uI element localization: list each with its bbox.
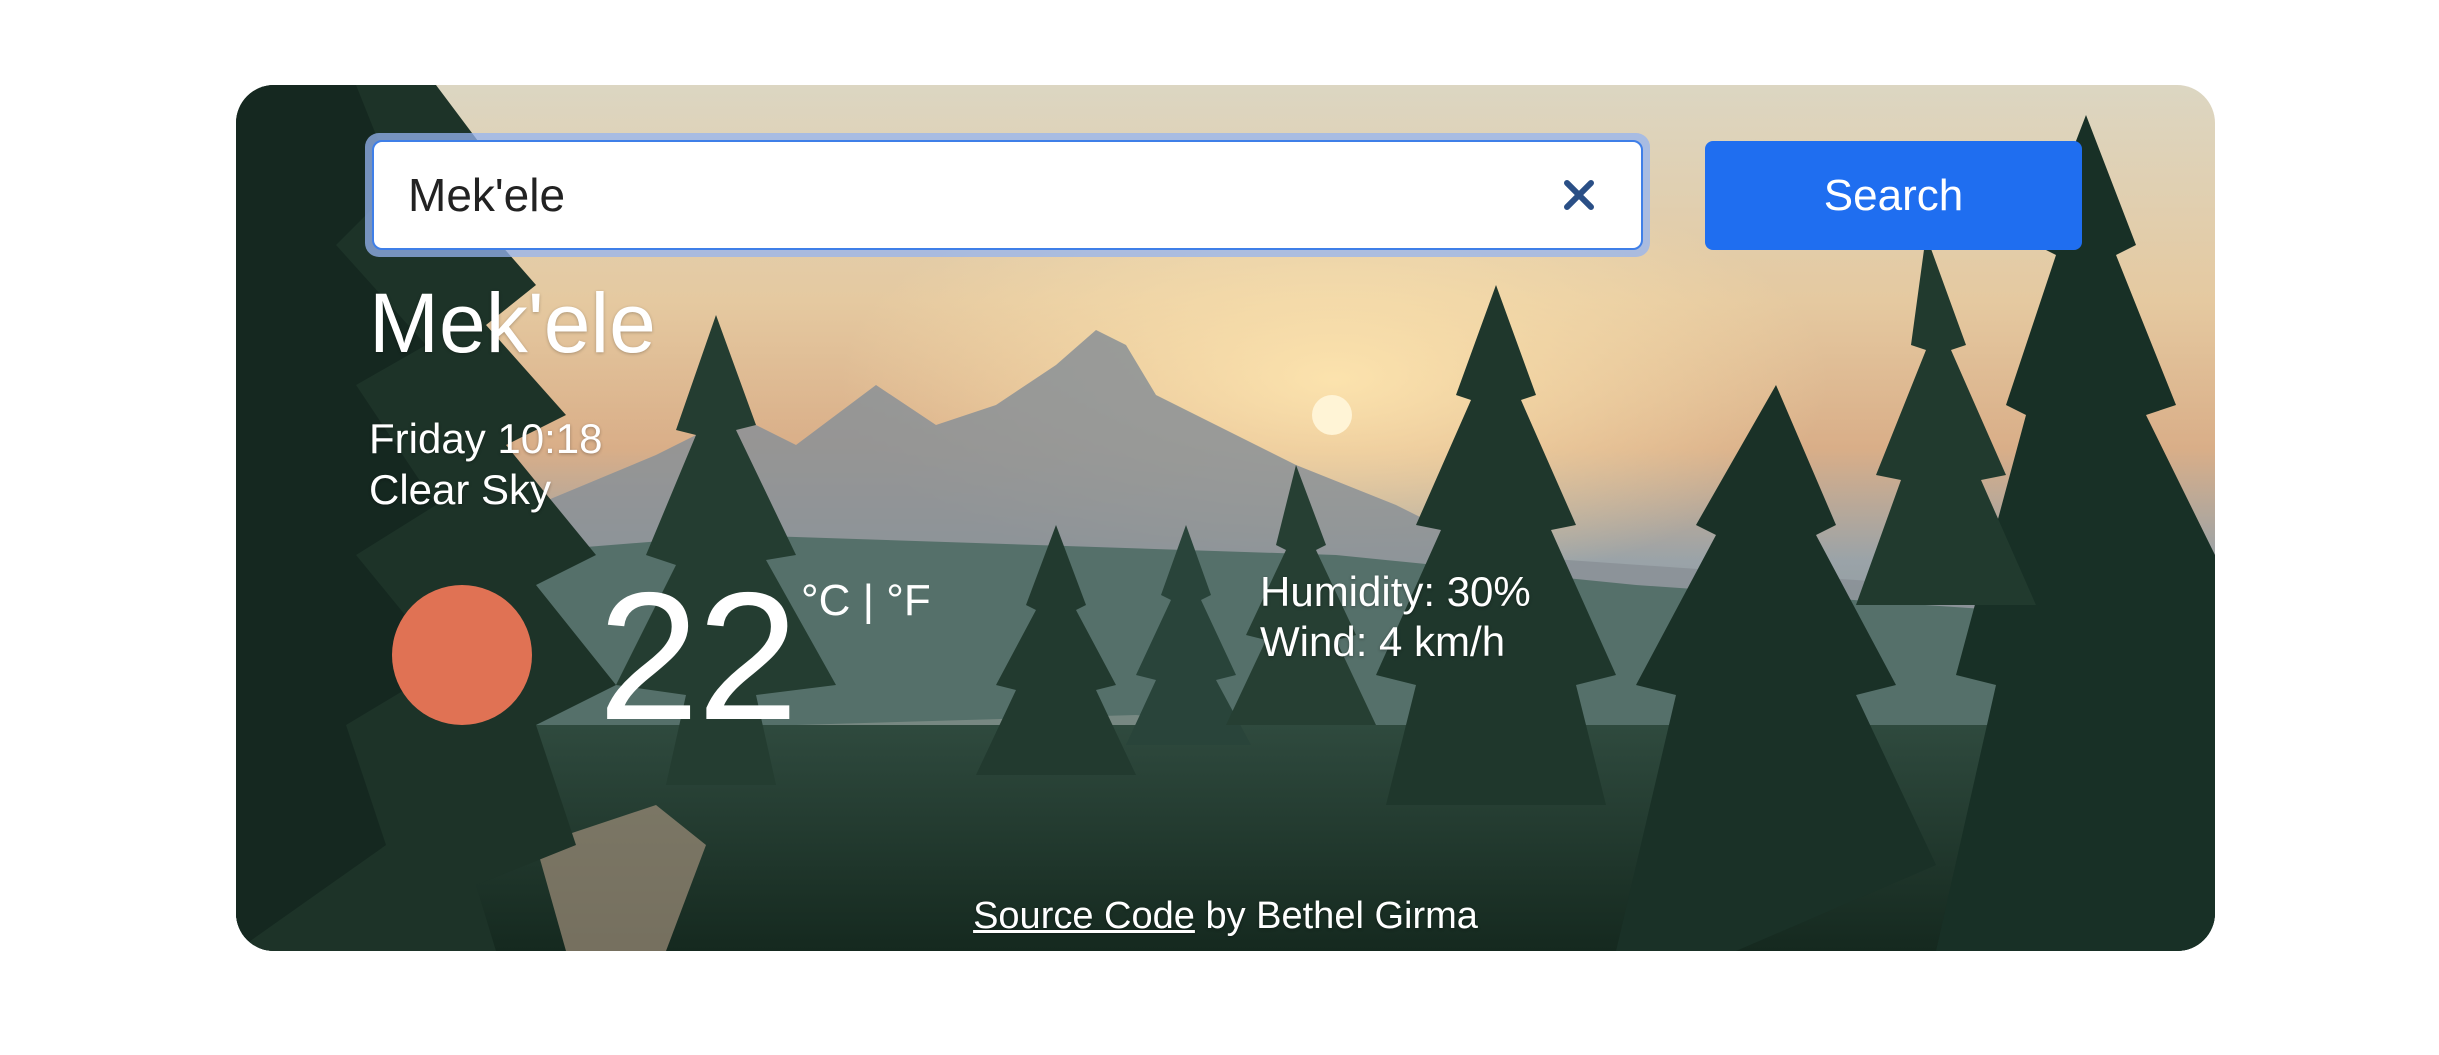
celsius-link[interactable]: °C [801, 576, 850, 625]
source-code-link[interactable]: Source Code [973, 895, 1195, 937]
weather-card: Search Mek'ele Friday 10:18 Clear Sky 22… [236, 85, 2215, 951]
weather-condition: Clear Sky [369, 466, 552, 513]
footer: Source Code by Bethel Girma [236, 897, 2215, 935]
unit-toggle: °C | °F [801, 579, 931, 623]
close-icon [1564, 180, 1594, 210]
wind-text: Wind: 4 km/h [1260, 618, 1506, 665]
temperature-value: 22 [598, 554, 798, 758]
city-search-input[interactable] [372, 140, 1643, 250]
search-button[interactable]: Search [1705, 141, 2082, 250]
clear-search-button[interactable] [1550, 166, 1608, 224]
humidity-text: Humidity: 30% [1260, 568, 1531, 615]
search-focus-ring [365, 133, 1650, 257]
date-time: Friday 10:18 [369, 415, 603, 462]
unit-separator: | [862, 576, 875, 625]
footer-credit: by Bethel Girma [1205, 895, 1478, 937]
weather-details: Humidity: 30% Wind: 4 km/h [1260, 567, 1531, 667]
fahrenheit-link[interactable]: °F [886, 576, 930, 625]
sun-icon [392, 585, 532, 725]
city-name: Mek'ele [369, 276, 656, 370]
